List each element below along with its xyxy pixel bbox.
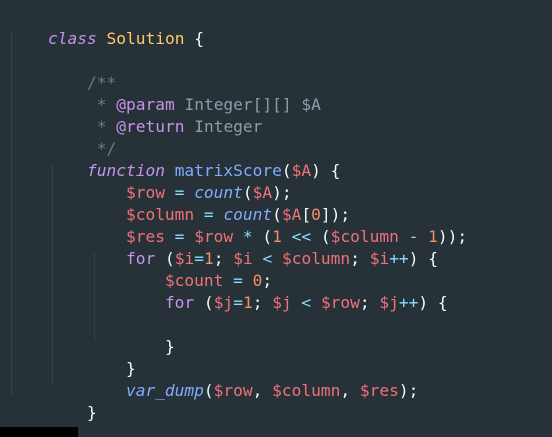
builtin-var-dump: var_dump bbox=[125, 381, 204, 400]
var-row: $row bbox=[213, 381, 253, 400]
code-line-9[interactable]: $column = count($A[0]); bbox=[9, 182, 350, 224]
code-line-19[interactable]: } bbox=[9, 402, 58, 437]
code-line-16[interactable]: } bbox=[9, 336, 136, 378]
code-line-8[interactable]: $row = count($A); bbox=[9, 160, 292, 202]
param-A: $A bbox=[291, 161, 312, 180]
doc-return-tag: @return bbox=[116, 117, 185, 136]
code-line-6[interactable]: */ bbox=[9, 116, 117, 158]
bottom-bar bbox=[0, 427, 78, 437]
code-line-5[interactable]: * @return Integer bbox=[9, 94, 263, 136]
brace: { bbox=[194, 29, 204, 48]
var-j: $j bbox=[379, 293, 399, 312]
var-j: $j bbox=[272, 293, 292, 312]
keyword-for: for bbox=[164, 293, 195, 312]
brace: } bbox=[164, 337, 175, 356]
doc-param-var: $A bbox=[301, 95, 321, 114]
code-line-13[interactable]: for ($j=1; $j < $row; $j++) { bbox=[9, 270, 448, 312]
code-line-4[interactable]: * @param Integer[][] $A bbox=[9, 72, 321, 114]
code-line-1[interactable]: class Solution { bbox=[9, 6, 204, 48]
keyword-class: class bbox=[47, 29, 97, 48]
brace: { bbox=[437, 293, 448, 312]
doc-return-type: Integer bbox=[194, 117, 263, 136]
code-editor[interactable]: class Solution { /** * @param Integer[][… bbox=[0, 0, 552, 437]
var-i: $i bbox=[369, 249, 390, 268]
code-line-10[interactable]: $res = $row * (1 << ($column - 1)); bbox=[9, 204, 467, 246]
code-line-7[interactable]: function matrixScore($A) { bbox=[9, 138, 340, 180]
var-column: $column bbox=[281, 249, 351, 268]
code-line-17[interactable]: var_dump($row, $column, $res); bbox=[9, 358, 418, 400]
var-column: $column bbox=[272, 381, 341, 400]
brace: { bbox=[330, 161, 341, 180]
code-line-15[interactable]: } bbox=[9, 314, 175, 356]
var-res: $res bbox=[359, 381, 399, 400]
var-row: $row bbox=[320, 293, 360, 312]
number: 1 bbox=[242, 293, 253, 312]
code-line-11[interactable]: for ($i=1; $i < $column; $i++) { bbox=[9, 226, 438, 268]
var-j: $j bbox=[213, 293, 234, 312]
code-line-3[interactable]: /** bbox=[9, 50, 116, 92]
code-line-12[interactable]: $count = 0; bbox=[9, 248, 272, 290]
class-name: Solution bbox=[106, 29, 185, 48]
brace: } bbox=[86, 403, 97, 422]
brace: { bbox=[428, 249, 438, 268]
code-line-18[interactable]: } bbox=[9, 380, 97, 422]
